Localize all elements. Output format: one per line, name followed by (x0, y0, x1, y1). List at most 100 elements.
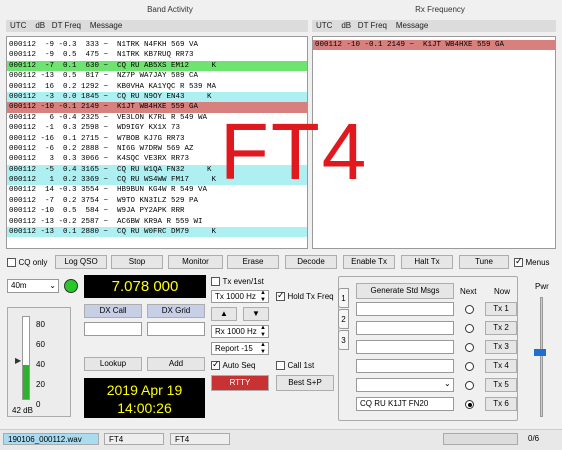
band-activity-row[interactable]: 000112 -13 -0.2 2587 ~ AC6BW KR9A R 559 … (7, 217, 307, 227)
meter-tick-label: 20 (36, 380, 45, 389)
add-button[interactable]: Add (147, 357, 205, 371)
spin-arrows-icon[interactable]: ▲ ▼ (260, 290, 266, 304)
meter-level-bar (23, 365, 29, 399)
tx-next-radio[interactable] (465, 343, 474, 352)
tx-next-radio[interactable] (465, 362, 474, 371)
band-activity-row[interactable]: 000112 -13 0.5 817 ~ NZ7P WA7JAY 589 CA (7, 71, 307, 81)
rtty-button[interactable]: RTTY (211, 375, 269, 391)
dx-call-label: DX Call (84, 304, 142, 318)
tx-now-button[interactable]: Tx 4 (485, 359, 517, 373)
tx-next-radio[interactable] (465, 400, 474, 409)
tx-now-button[interactable]: Tx 3 (485, 340, 517, 354)
hold-tx-freq-label: Hold Tx Freq (287, 292, 334, 301)
rx-frequency-column-header: UTC dB DT Freq Message (312, 20, 556, 32)
rx-to-tx-button[interactable]: ▼ (243, 307, 269, 321)
report-value: Report -15 (215, 344, 253, 353)
tx-message-field[interactable] (356, 378, 454, 392)
best-sp-button[interactable]: Best S+P (276, 375, 334, 391)
band-activity-row[interactable]: 000112 -3 0.0 1845 ~ CQ RU N9OY EN43 K (7, 91, 307, 103)
cq-only-check-icon[interactable] (7, 258, 16, 268)
hold-tx-freq-checkbox[interactable]: Hold Tx Freq (276, 290, 334, 302)
tx-frequency-spinbox[interactable]: Tx 1000 Hz ▲ ▼ (211, 290, 269, 303)
tx-message-field[interactable] (356, 302, 454, 316)
status-progress-text: 0/6 (528, 434, 540, 443)
tx-tab[interactable]: 2 (338, 309, 349, 329)
band-activity-column-header: UTC dB DT Freq Message (6, 20, 308, 32)
band-activity-row[interactable]: 000112 -9 0.5 475 ~ N1TRK KB7RUQ RR73 (7, 50, 307, 60)
tx-now-button[interactable]: Tx 1 (485, 302, 517, 316)
band-activity-row[interactable]: 000112 -13 0.1 2880 ~ CQ RU W0FRC DM79 K (7, 227, 307, 238)
tx-now-button[interactable]: Tx 6 (485, 397, 517, 411)
decode-button[interactable]: Decode (285, 255, 337, 269)
meter-tick-label: 40 (36, 360, 45, 369)
menus-label: Menus (525, 258, 550, 267)
stop-button[interactable]: Stop (111, 255, 163, 269)
band-activity-row[interactable]: 000112 -7 0.1 630 ~ CQ RU AB5XS EM12 K (7, 60, 307, 72)
status-mode-2: FT4 (170, 433, 230, 445)
monitor-button[interactable]: Monitor (168, 255, 223, 269)
tx-even-checkbox[interactable]: Tx even/1st (211, 276, 264, 287)
arrow-up-icon: ▲ (220, 309, 228, 318)
generate-std-msgs-button[interactable]: Generate Std Msgs (356, 283, 454, 299)
tx-message-field[interactable] (356, 321, 454, 335)
tx-now-button[interactable]: Tx 5 (485, 378, 517, 392)
hold-tx-freq-check-icon[interactable] (276, 290, 285, 302)
auto-seq-check-icon[interactable] (211, 359, 220, 371)
tx-frequency-value: Tx 1000 Hz (215, 292, 256, 301)
band-activity-row[interactable]: 000112 -9 -0.3 333 ~ N1TRK N4FKH 569 VA (7, 40, 307, 50)
dial-frequency-display: 7.078 000 (84, 275, 206, 298)
dx-grid-input[interactable] (147, 322, 205, 336)
cq-only-checkbox[interactable]: CQ only (7, 257, 48, 268)
mode-overlay-text: FT4 (220, 107, 369, 196)
tx-tab[interactable]: 1 (338, 288, 349, 308)
log-qso-button[interactable]: Log QSO (55, 255, 107, 269)
auto-seq-checkbox[interactable]: Auto Seq (211, 359, 256, 371)
dx-grid-label: DX Grid (147, 304, 205, 318)
tx-message-field[interactable] (356, 359, 454, 373)
meter-tick-label: 60 (36, 340, 45, 349)
tx-even-check-icon[interactable] (211, 277, 220, 287)
spin-arrows-icon[interactable]: ▲ ▼ (260, 342, 266, 356)
report-spinbox[interactable]: Report -15 ▲ ▼ (211, 342, 269, 355)
meter-track (22, 316, 30, 400)
chevron-down-icon[interactable]: ⌄ (444, 379, 451, 388)
menus-check-icon[interactable] (514, 256, 523, 268)
tune-button[interactable]: Tune (459, 255, 509, 269)
erase-button[interactable]: Erase (227, 255, 279, 269)
power-slider-thumb[interactable] (534, 349, 546, 356)
tx-message-field[interactable]: CQ RU K1JT FN20 (356, 397, 454, 411)
tx-tab[interactable]: 3 (338, 330, 349, 350)
cq-only-label: CQ only (18, 258, 48, 267)
meter-db-label: 42 dB (12, 406, 33, 415)
rx-frequency-row[interactable]: 000112 -10 -0.1 2149 ~ K1JT WB4HXE 559 G… (313, 40, 555, 51)
utc-clock: 2019 Apr 19 14:00:26 (84, 378, 205, 418)
clock-time: 14:00:26 (117, 400, 172, 416)
enable-tx-button[interactable]: Enable Tx (343, 255, 395, 269)
band-select[interactable]: 40m ⌄ (7, 279, 59, 293)
tx-next-radio[interactable] (465, 381, 474, 390)
rx-frequency-spinbox[interactable]: Rx 1000 Hz ▲ ▼ (211, 325, 269, 338)
band-activity-title: Band Activity (147, 5, 193, 14)
tx-now-button[interactable]: Tx 2 (485, 321, 517, 335)
clock-date: 2019 Apr 19 (106, 382, 183, 398)
band-activity-row[interactable]: 000112 -10 0.5 584 ~ W9JA PY2APK RRR (7, 206, 307, 216)
auto-seq-label: Auto Seq (222, 361, 256, 370)
band-activity-row[interactable]: 000112 16 0.2 1292 ~ KB0VHA KA1YQC R 539… (7, 82, 307, 92)
spin-arrows-icon[interactable]: ▲ ▼ (260, 325, 266, 339)
dx-call-input[interactable] (84, 322, 142, 336)
tx-next-radio[interactable] (465, 324, 474, 333)
now-column-label: Now (494, 287, 511, 296)
call-1st-check-icon[interactable] (276, 361, 285, 371)
tx-to-rx-button[interactable]: ▲ (211, 307, 237, 321)
tx-next-radio[interactable] (465, 305, 474, 314)
meter-tick-label: 80 (36, 320, 45, 329)
tx-message-field[interactable] (356, 340, 454, 354)
lookup-button[interactable]: Lookup (84, 357, 142, 371)
halt-tx-button[interactable]: Halt Tx (401, 255, 453, 269)
band-activity-row[interactable]: 000112 -7 0.2 3754 ~ W9TO KN3ILZ 529 PA (7, 196, 307, 206)
rx-frequency-title: Rx Frequency (415, 5, 465, 14)
power-slider-track[interactable] (540, 297, 543, 417)
call-1st-checkbox[interactable]: Call 1st (276, 360, 314, 371)
arrow-down-icon: ▼ (252, 309, 260, 318)
menus-checkbox[interactable]: Menus (514, 256, 550, 268)
